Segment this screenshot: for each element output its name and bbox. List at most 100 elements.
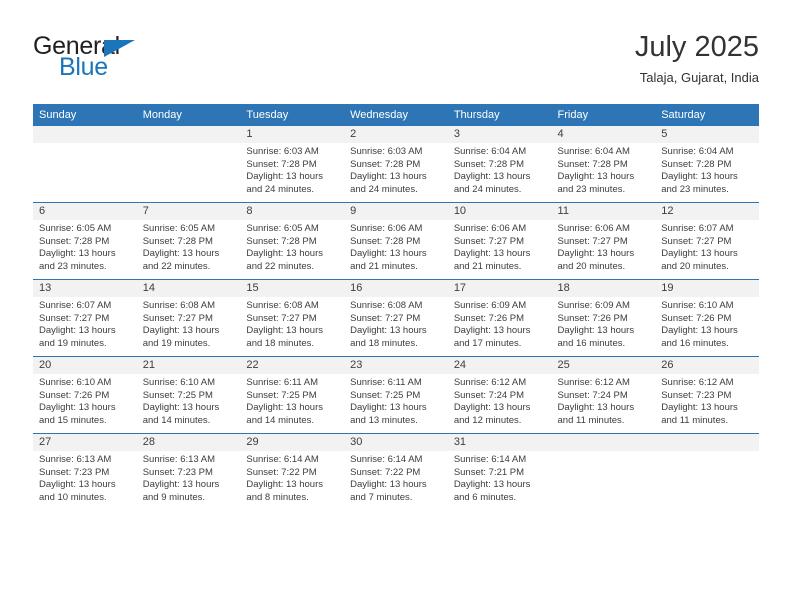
day-detail-line: Sunrise: 6:11 AM bbox=[246, 377, 319, 388]
calendar-day-cell[interactable]: 16 Sunrise: 6:08 AM Sunset: 7:27 PM Dayligh… bbox=[344, 279, 448, 357]
calendar-day-cell[interactable]: 26 Sunrise: 6:12 AM Sunset: 7:23 PM Dayligh… bbox=[655, 356, 759, 434]
calendar-day-cell[interactable]: 20 Sunrise: 6:10 AM Sunset: 7:26 PM Dayligh… bbox=[33, 356, 137, 434]
day-detail-line: Sunrise: 6:14 AM bbox=[246, 454, 319, 465]
calendar-day-cell[interactable]: 21 Sunrise: 6:10 AM Sunset: 7:25 PM Dayligh… bbox=[136, 356, 241, 434]
day-details bbox=[137, 143, 241, 146]
calendar-day-cell[interactable]: 29 Sunrise: 6:14 AM Sunset: 7:22 PM Dayligh… bbox=[240, 433, 345, 510]
day-detail-line: Daylight: 13 hours bbox=[661, 248, 738, 260]
day-detail-line: Sunrise: 6:04 AM bbox=[453, 146, 527, 157]
day-detail-line: Sunset: 7:23 PM bbox=[142, 466, 213, 478]
day-detail-line: Daylight: 13 hours bbox=[557, 402, 635, 414]
day-detail-line: and 8 minutes. bbox=[246, 491, 309, 503]
calendar-day-cell[interactable]: 2 Sunrise: 6:03 AM Sunset: 7:28 PM Daylight… bbox=[344, 126, 448, 203]
calendar-day-cell[interactable]: 5 Sunrise: 6:04 AM Sunset: 7:28 PM Daylight… bbox=[655, 126, 759, 203]
day-detail-line: Sunset: 7:22 PM bbox=[350, 466, 421, 478]
day-detail-line: Sunrise: 6:09 AM bbox=[453, 300, 527, 311]
day-number: 15 bbox=[240, 280, 345, 297]
weekday-header-sunday: Sunday bbox=[33, 104, 137, 126]
day-detail-line: Daylight: 13 hours bbox=[453, 479, 531, 491]
day-detail-line: Sunrise: 6:08 AM bbox=[246, 300, 319, 311]
calendar-day-cell[interactable]: 19 Sunrise: 6:10 AM Sunset: 7:26 PM Dayligh… bbox=[655, 279, 759, 357]
day-number: 22 bbox=[240, 357, 345, 374]
calendar-day-cell[interactable]: 6 Sunrise: 6:05 AM Sunset: 7:28 PM Daylight… bbox=[33, 202, 137, 280]
day-number: 5 bbox=[655, 126, 759, 143]
day-detail-line: and 22 minutes. bbox=[246, 260, 315, 272]
day-detail-line: Daylight: 13 hours bbox=[661, 402, 738, 414]
calendar-day-cell[interactable]: 22 Sunrise: 6:11 AM Sunset: 7:25 PM Dayligh… bbox=[240, 356, 345, 434]
day-detail-line: Daylight: 13 hours bbox=[557, 248, 635, 260]
day-cell-inner bbox=[655, 434, 759, 510]
day-cell-inner: 24 Sunrise: 6:12 AM Sunset: 7:24 PM Dayligh… bbox=[447, 357, 552, 433]
calendar-day-cell[interactable]: 25 Sunrise: 6:12 AM Sunset: 7:24 PM Dayligh… bbox=[551, 356, 656, 434]
day-detail-line: and 13 minutes. bbox=[350, 414, 418, 426]
day-detail-line: Sunset: 7:28 PM bbox=[246, 235, 317, 247]
day-detail-line: Sunset: 7:25 PM bbox=[142, 389, 213, 401]
day-detail-line: Sunset: 7:27 PM bbox=[39, 312, 110, 324]
day-details bbox=[655, 451, 759, 454]
calendar-day-cell[interactable]: 1 Sunrise: 6:03 AM Sunset: 7:28 PM Daylight… bbox=[240, 126, 345, 203]
day-cell-inner: 15 Sunrise: 6:08 AM Sunset: 7:27 PM Dayligh… bbox=[240, 280, 345, 356]
calendar-day-cell[interactable]: 12 Sunrise: 6:07 AM Sunset: 7:27 PM Dayligh… bbox=[655, 202, 759, 280]
day-detail-line: Sunset: 7:23 PM bbox=[661, 389, 732, 401]
day-detail-line: Sunset: 7:28 PM bbox=[661, 158, 732, 170]
day-detail-line: Sunrise: 6:12 AM bbox=[557, 377, 630, 388]
day-details: Sunrise: 6:09 AM Sunset: 7:26 PM Daylight:… bbox=[552, 297, 656, 350]
calendar-day-cell[interactable]: 13 Sunrise: 6:07 AM Sunset: 7:27 PM Dayligh… bbox=[33, 279, 137, 357]
calendar-day-cell[interactable]: 30 Sunrise: 6:14 AM Sunset: 7:22 PM Dayligh… bbox=[344, 433, 448, 510]
day-detail-line: Daylight: 13 hours bbox=[39, 325, 116, 337]
day-detail-line: Sunset: 7:21 PM bbox=[453, 466, 525, 478]
calendar-day-cell[interactable]: 23 Sunrise: 6:11 AM Sunset: 7:25 PM Dayligh… bbox=[344, 356, 448, 434]
calendar-day-cell[interactable]: 8 Sunrise: 6:05 AM Sunset: 7:28 PM Daylight… bbox=[240, 202, 345, 280]
calendar-day-cell[interactable]: 9 Sunrise: 6:06 AM Sunset: 7:28 PM Daylight… bbox=[344, 202, 448, 280]
calendar-day-cell[interactable]: 18 Sunrise: 6:09 AM Sunset: 7:26 PM Dayligh… bbox=[551, 279, 656, 357]
day-cell-inner: 5 Sunrise: 6:04 AM Sunset: 7:28 PM Daylight… bbox=[655, 126, 759, 202]
day-detail-line: and 24 minutes. bbox=[246, 183, 315, 195]
day-number bbox=[33, 126, 137, 143]
day-detail-line: and 20 minutes. bbox=[557, 260, 626, 272]
day-detail-line: Daylight: 13 hours bbox=[453, 402, 531, 414]
day-details: Sunrise: 6:08 AM Sunset: 7:27 PM Daylight:… bbox=[344, 297, 448, 350]
day-detail-line: and 6 minutes. bbox=[453, 491, 517, 503]
day-cell-inner: 25 Sunrise: 6:12 AM Sunset: 7:24 PM Dayligh… bbox=[551, 357, 656, 433]
day-cell-inner bbox=[136, 126, 241, 202]
day-detail-line: Daylight: 13 hours bbox=[142, 248, 220, 260]
day-number: 1 bbox=[240, 126, 345, 143]
day-detail-line: Sunrise: 6:09 AM bbox=[557, 300, 630, 311]
calendar-day-cell[interactable]: 7 Sunrise: 6:05 AM Sunset: 7:28 PM Daylight… bbox=[136, 202, 241, 280]
calendar-week-row: 13 Sunrise: 6:07 AM Sunset: 7:27 PM Dayligh… bbox=[33, 279, 759, 357]
day-detail-line: and 11 minutes. bbox=[661, 414, 729, 426]
day-details: Sunrise: 6:14 AM Sunset: 7:22 PM Daylight:… bbox=[344, 451, 448, 504]
day-number: 21 bbox=[136, 357, 241, 374]
day-detail-line: Sunrise: 6:13 AM bbox=[142, 454, 216, 465]
calendar-day-cell[interactable]: 11 Sunrise: 6:06 AM Sunset: 7:27 PM Dayligh… bbox=[551, 202, 656, 280]
day-number: 16 bbox=[344, 280, 448, 297]
day-detail-line: Daylight: 13 hours bbox=[350, 171, 427, 183]
day-detail-line: and 10 minutes. bbox=[39, 491, 107, 503]
day-detail-line: Sunrise: 6:03 AM bbox=[246, 146, 319, 157]
calendar-day-cell[interactable]: 17 Sunrise: 6:09 AM Sunset: 7:26 PM Dayligh… bbox=[447, 279, 552, 357]
day-detail-line: Daylight: 13 hours bbox=[350, 402, 427, 414]
calendar-day-cell[interactable]: 28 Sunrise: 6:13 AM Sunset: 7:23 PM Dayligh… bbox=[136, 433, 241, 510]
day-detail-line: and 23 minutes. bbox=[39, 260, 107, 272]
calendar-day-cell[interactable]: 24 Sunrise: 6:12 AM Sunset: 7:24 PM Dayligh… bbox=[447, 356, 552, 434]
day-details: Sunrise: 6:05 AM Sunset: 7:28 PM Daylight:… bbox=[33, 220, 137, 273]
day-detail-line: Daylight: 13 hours bbox=[661, 325, 738, 337]
day-details: Sunrise: 6:12 AM Sunset: 7:24 PM Daylight:… bbox=[448, 374, 552, 427]
day-number: 8 bbox=[240, 203, 345, 220]
calendar-page: General Blue July 2025 Talaja, Gujarat, … bbox=[0, 0, 792, 612]
calendar-day-cell[interactable]: 10 Sunrise: 6:06 AM Sunset: 7:27 PM Dayligh… bbox=[447, 202, 552, 280]
day-detail-line: Daylight: 13 hours bbox=[39, 402, 116, 414]
day-detail-line: Sunset: 7:24 PM bbox=[557, 389, 628, 401]
day-detail-line: Daylight: 13 hours bbox=[142, 325, 220, 337]
day-detail-line: Daylight: 13 hours bbox=[246, 479, 323, 491]
day-detail-line: and 12 minutes. bbox=[453, 414, 522, 426]
calendar-day-cell[interactable]: 14 Sunrise: 6:08 AM Sunset: 7:27 PM Dayligh… bbox=[136, 279, 241, 357]
calendar-day-cell[interactable]: 15 Sunrise: 6:08 AM Sunset: 7:27 PM Dayligh… bbox=[240, 279, 345, 357]
calendar-day-cell[interactable]: 4 Sunrise: 6:04 AM Sunset: 7:28 PM Daylight… bbox=[551, 126, 656, 203]
calendar-day-cell-empty bbox=[551, 433, 656, 510]
day-details: Sunrise: 6:04 AM Sunset: 7:28 PM Daylight:… bbox=[655, 143, 759, 196]
calendar-day-cell[interactable]: 31 Sunrise: 6:14 AM Sunset: 7:21 PM Dayligh… bbox=[447, 433, 552, 510]
calendar-day-cell[interactable]: 27 Sunrise: 6:13 AM Sunset: 7:23 PM Dayligh… bbox=[33, 433, 137, 510]
day-cell-inner: 21 Sunrise: 6:10 AM Sunset: 7:25 PM Dayligh… bbox=[136, 357, 241, 433]
calendar-day-cell[interactable]: 3 Sunrise: 6:04 AM Sunset: 7:28 PM Daylight… bbox=[447, 126, 552, 203]
